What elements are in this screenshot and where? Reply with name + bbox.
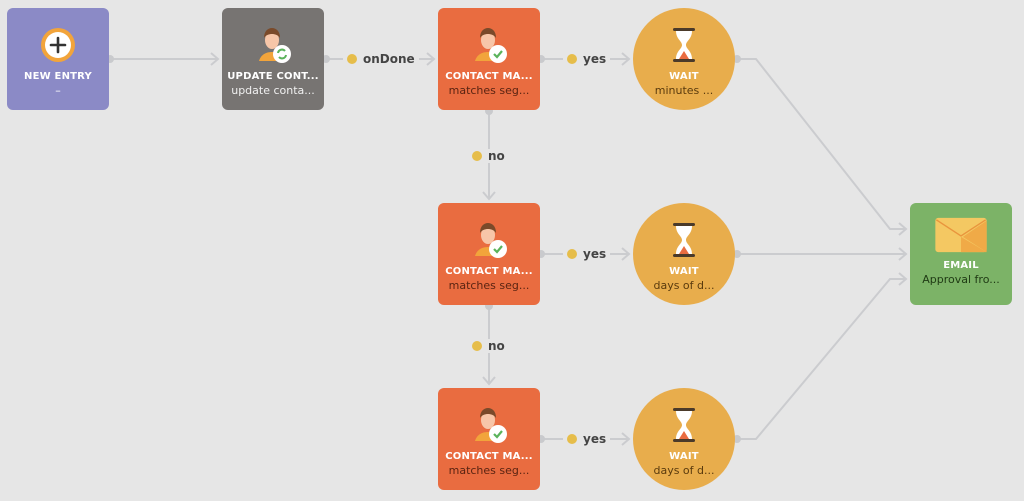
node-contact-match-2[interactable]: CONTACT MA... matches seg... [438,203,540,305]
node-subtitle: days of d... [653,279,715,292]
node-title: CONTACT MA... [445,451,533,462]
contact-check-icon [475,223,507,258]
edge-label-yes: yes [563,432,611,446]
label-text: yes [583,247,607,261]
label-dot [472,151,482,161]
node-subtitle: update conta... [231,84,315,97]
hourglass-icon [673,223,695,257]
label-dot [347,54,357,64]
edge-label-ondone: onDone [343,52,419,66]
node-title: CONTACT MA... [445,266,533,277]
node-new-entry[interactable]: NEW ENTRY – [7,8,109,110]
edge-label-no: no [468,339,509,353]
contact-check-icon [475,408,507,443]
node-contact-match-3[interactable]: CONTACT MA... matches seg... [438,388,540,490]
contact-refresh-icon [259,28,291,63]
node-title: EMAIL [943,260,979,271]
edge-label-yes: yes [563,52,611,66]
contact-check-icon [475,28,507,63]
node-title: WAIT [669,266,699,277]
label-text: no [488,339,505,353]
edge-line [737,58,906,230]
label-dot [567,54,577,64]
node-wait-3[interactable]: WAIT days of d... [633,388,735,490]
hourglass-icon [673,28,695,62]
label-text: yes [583,432,607,446]
node-title: UPDATE CONT... [227,71,319,82]
node-title: WAIT [669,451,699,462]
label-text: onDone [363,52,415,66]
node-subtitle: – [55,84,61,97]
label-text: yes [583,52,607,66]
edge-label-yes: yes [563,247,611,261]
edge-label-no: no [468,149,509,163]
label-dot [472,341,482,351]
node-wait-2[interactable]: WAIT days of d... [633,203,735,305]
node-subtitle: matches seg... [448,464,530,477]
label-dot [567,434,577,444]
node-update-contact[interactable]: UPDATE CONT... update conta... [222,8,324,110]
envelope-icon [935,217,987,253]
node-subtitle: days of d... [653,464,715,477]
node-title: CONTACT MA... [445,71,533,82]
node-title: WAIT [669,71,699,82]
node-contact-match-1[interactable]: CONTACT MA... matches seg... [438,8,540,110]
label-dot [567,249,577,259]
node-subtitle: matches seg... [448,279,530,292]
node-subtitle: Approval fro... [922,273,1000,286]
node-wait-1[interactable]: WAIT minutes ... [633,8,735,110]
edge-line [737,278,906,440]
node-subtitle: minutes ... [654,84,714,97]
node-title: NEW ENTRY [24,71,92,82]
node-subtitle: matches seg... [448,84,530,97]
node-email[interactable]: EMAIL Approval fro... [910,203,1012,305]
label-text: no [488,149,505,163]
plus-circle-icon [41,28,75,62]
hourglass-icon [673,408,695,442]
